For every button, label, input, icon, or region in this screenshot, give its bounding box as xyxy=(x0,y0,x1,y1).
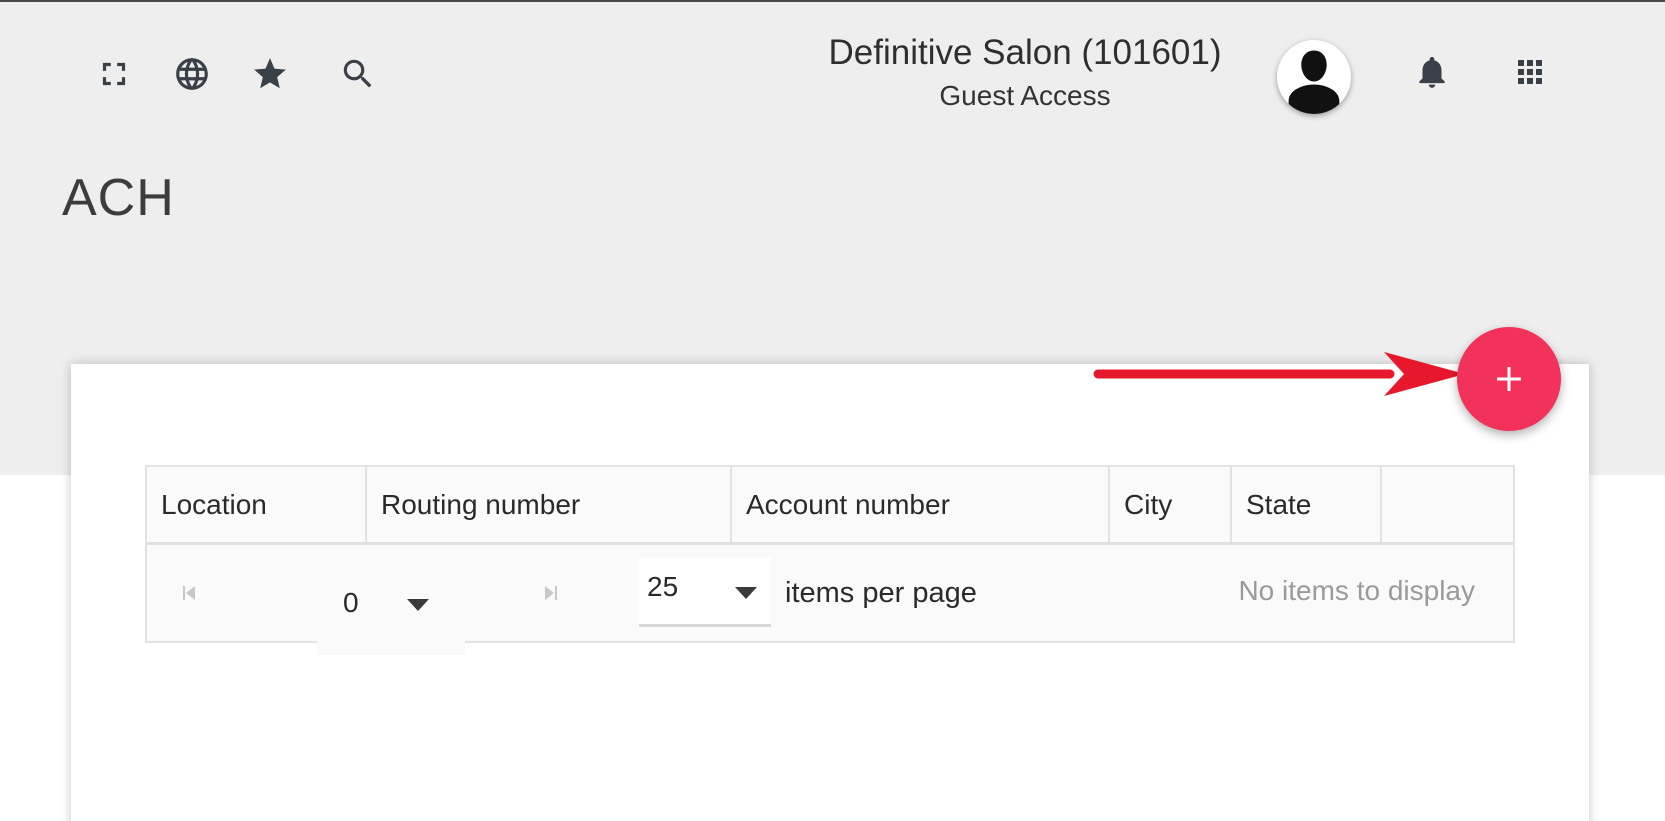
column-header-routing-number[interactable]: Routing number xyxy=(367,467,732,542)
current-page: 0 xyxy=(343,587,359,618)
favorites-button[interactable] xyxy=(248,52,292,96)
page-select[interactable]: 0 xyxy=(317,561,465,655)
items-per-page-label: items per page xyxy=(785,577,977,609)
page-title: ACH xyxy=(62,169,175,227)
annotation-arrow xyxy=(1093,352,1465,396)
bell-icon xyxy=(1419,56,1445,88)
search-button[interactable] xyxy=(336,52,380,96)
chevron-down-icon xyxy=(735,587,757,599)
apps-grid-icon xyxy=(1518,60,1542,84)
add-ach-button[interactable] xyxy=(1457,327,1561,431)
fullscreen-button[interactable] xyxy=(92,52,136,96)
last-page-icon xyxy=(545,586,557,600)
last-page-button[interactable] xyxy=(539,581,563,605)
first-page-icon xyxy=(183,586,195,600)
language-button[interactable] xyxy=(170,52,214,96)
apps-menu-button[interactable] xyxy=(1508,50,1552,94)
first-page-button[interactable] xyxy=(177,581,201,605)
star-icon xyxy=(254,58,286,89)
chevron-down-icon xyxy=(407,599,429,611)
grid-pager: 0 25 items per page No items to display xyxy=(147,545,1513,655)
column-header-account-number[interactable]: Account number xyxy=(732,467,1110,542)
notifications-button[interactable] xyxy=(1410,50,1454,94)
account-header: Definitive Salon (101601) Guest Access xyxy=(760,30,1290,114)
ach-grid: Location Routing number Account number C… xyxy=(145,465,1515,655)
column-header-actions xyxy=(1382,467,1513,542)
avatar-icon xyxy=(1288,50,1340,114)
column-header-state[interactable]: State xyxy=(1232,467,1382,542)
account-name: Definitive Salon (101601) xyxy=(828,33,1222,72)
plus-icon xyxy=(1497,367,1521,391)
column-header-location[interactable]: Location xyxy=(147,467,367,542)
page-size-value: 25 xyxy=(647,571,679,602)
column-header-city[interactable]: City xyxy=(1110,467,1232,542)
pager-info: No items to display xyxy=(1238,575,1475,606)
search-icon xyxy=(343,59,372,88)
account-access-level: Guest Access xyxy=(939,80,1111,111)
globe-icon xyxy=(176,58,208,90)
user-avatar[interactable] xyxy=(1277,40,1351,114)
page-size-select[interactable]: 25 xyxy=(639,557,771,627)
fullscreen-icon xyxy=(102,62,126,86)
grid-header: Location Routing number Account number C… xyxy=(147,467,1513,545)
